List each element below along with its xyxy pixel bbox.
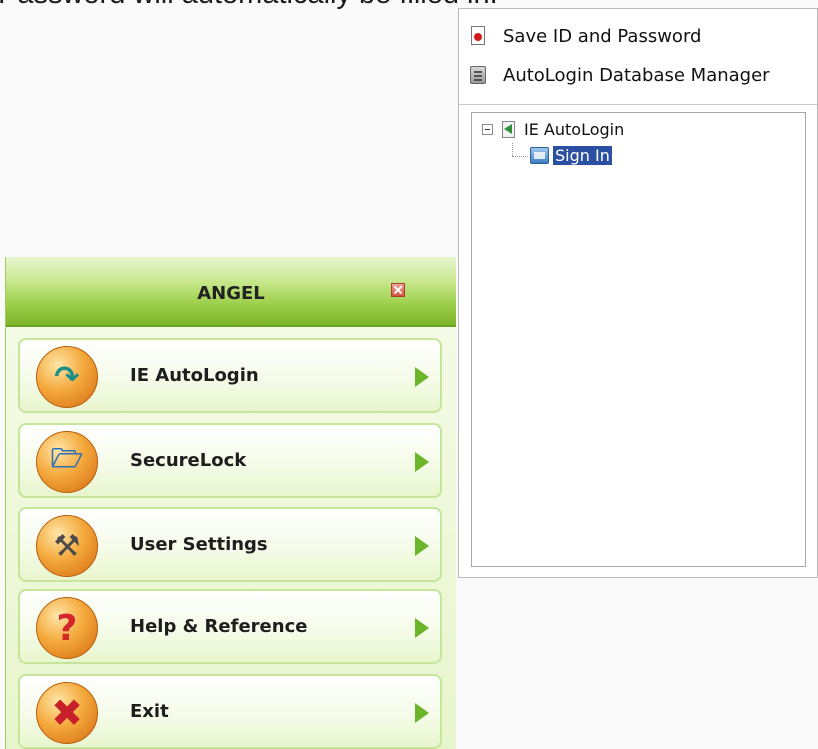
angel-header: ANGEL bbox=[6, 257, 456, 327]
angel-title: ANGEL bbox=[197, 283, 265, 304]
securelock-button[interactable]: 🗁 SecureLock bbox=[18, 423, 442, 498]
ie-autologin-button[interactable]: ↷ IE AutoLogin bbox=[18, 338, 442, 413]
user-settings-button[interactable]: ⚒ User Settings bbox=[18, 507, 442, 582]
caption-text: Password will automatically be filled in… bbox=[0, 0, 498, 11]
angel-panel: ANGEL ↷ IE AutoLogin 🗁 SecureLock ⚒ User… bbox=[5, 257, 456, 749]
help-reference-label: Help & Reference bbox=[130, 616, 308, 637]
chevron-right-icon bbox=[415, 367, 429, 387]
tools-icon: ⚒ bbox=[36, 515, 98, 577]
database-manager-label: AutoLogin Database Manager bbox=[503, 64, 770, 86]
chevron-right-icon bbox=[415, 703, 429, 723]
save-id-password-label: Save ID and Password bbox=[503, 25, 702, 47]
close-button[interactable] bbox=[391, 283, 405, 297]
x-icon: ✖ bbox=[36, 682, 98, 744]
user-settings-label: User Settings bbox=[130, 534, 268, 555]
help-reference-button[interactable]: ? Help & Reference bbox=[18, 589, 442, 664]
exit-button[interactable]: ✖ Exit bbox=[18, 674, 442, 749]
tree-node-sign-in[interactable]: Sign In bbox=[530, 145, 612, 165]
download-arrow-icon: ↷ bbox=[36, 346, 98, 408]
chevron-right-icon bbox=[415, 618, 429, 638]
document-icon bbox=[469, 25, 489, 47]
tree-node-label: IE AutoLogin bbox=[524, 119, 625, 139]
chevron-right-icon bbox=[415, 536, 429, 556]
signin-icon bbox=[530, 145, 550, 165]
tree-node-label-selected[interactable]: Sign In bbox=[553, 145, 612, 165]
autologin-context-panel: Save ID and Password AutoLogin Database … bbox=[458, 8, 818, 578]
save-id-password-menu-item[interactable]: Save ID and Password bbox=[469, 21, 701, 51]
folder-lock-icon: 🗁 bbox=[36, 431, 98, 493]
ie-autologin-icon bbox=[500, 119, 518, 139]
chevron-right-icon bbox=[415, 452, 429, 472]
collapse-toggle-icon[interactable] bbox=[482, 123, 493, 135]
question-icon: ? bbox=[36, 597, 98, 659]
database-manager-menu-item[interactable]: AutoLogin Database Manager bbox=[469, 60, 770, 90]
menu-divider bbox=[459, 104, 817, 105]
exit-label: Exit bbox=[130, 701, 169, 722]
tree-connector bbox=[512, 143, 513, 156]
securelock-label: SecureLock bbox=[130, 450, 247, 471]
tree-connector bbox=[512, 156, 528, 157]
tree-node-ie-autologin[interactable]: IE AutoLogin bbox=[482, 119, 624, 139]
angel-menu: ↷ IE AutoLogin 🗁 SecureLock ⚒ User Setti… bbox=[6, 327, 456, 749]
autologin-tree: IE AutoLogin Sign In bbox=[471, 112, 806, 567]
ie-autologin-label: IE AutoLogin bbox=[130, 365, 259, 386]
database-icon bbox=[469, 64, 489, 86]
